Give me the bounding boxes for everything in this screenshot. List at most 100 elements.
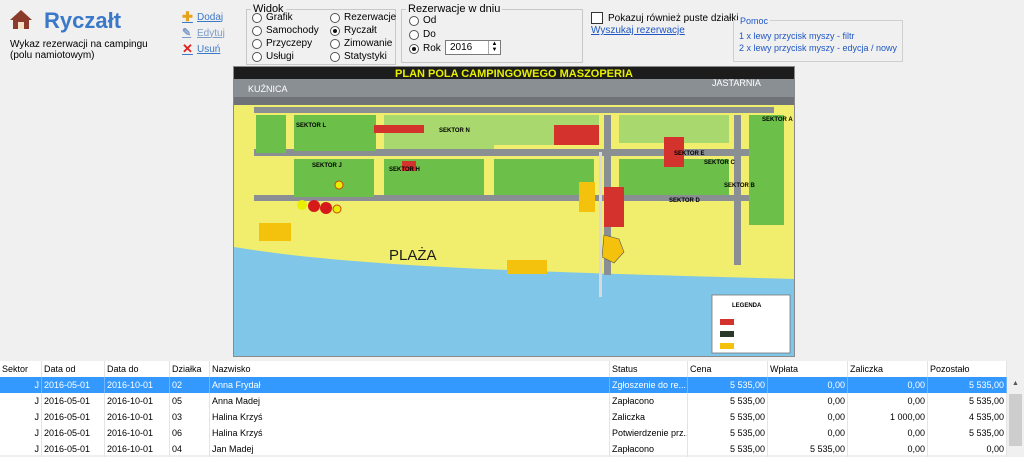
cell-dzialka: 06 — [170, 425, 210, 441]
sector-label-l: SEKTOR L — [296, 123, 327, 129]
table-scrollbar[interactable]: ▲ — [1007, 361, 1024, 455]
header-nazwisko[interactable]: Nazwisko — [210, 361, 610, 377]
cell-wplata: 0,00 — [768, 425, 848, 441]
year-value: 2016 — [450, 42, 473, 53]
cell-wplata: 0,00 — [768, 393, 848, 409]
view-radio-grafik[interactable]: Grafik — [252, 12, 293, 23]
help-box: Pomoc 1 x lewy przycisk myszy - filtr 2 … — [733, 16, 903, 62]
action-list: ✚ Dodaj ✎ Edytuj ✕ Usuń — [182, 9, 225, 57]
cell-do: 2016-10-01 — [105, 393, 170, 409]
cell-cena: 5 535,00 — [688, 377, 768, 393]
scroll-thumb[interactable] — [1009, 394, 1022, 446]
day-radio-rok[interactable]: Rok — [409, 43, 441, 54]
view-radio-ryczalt[interactable]: Ryczałt — [330, 25, 377, 36]
delete-icon: ✕ — [182, 41, 193, 56]
header-dzialka[interactable]: Działka — [170, 361, 210, 377]
view-radio-statystyki[interactable]: Statystyki — [330, 51, 387, 62]
search-reservations-link[interactable]: Wyszukaj rezerwacje — [591, 25, 685, 36]
cell-dzialka: 05 — [170, 393, 210, 409]
cell-od: 2016-05-01 — [42, 377, 105, 393]
header-wplata[interactable]: Wpłata — [768, 361, 848, 377]
show-empty-checkbox[interactable]: Pokazuj również puste działki — [591, 12, 739, 24]
help-line-2: 2 x lewy przycisk myszy - edycja / nowy — [739, 43, 898, 53]
cell-sektor: J — [0, 425, 42, 441]
cell-zaliczka: 0,00 — [848, 393, 928, 409]
table-header: Sektor Data od Data do Działka Nazwisko … — [0, 361, 1007, 377]
reservations-table: Sektor Data od Data do Działka Nazwisko … — [0, 361, 1024, 457]
pencil-icon: ✎ — [182, 27, 192, 39]
cell-sektor: J — [0, 377, 42, 393]
view-radio-uslugi[interactable]: Usługi — [252, 51, 294, 62]
header-status[interactable]: Status — [610, 361, 688, 377]
header-zaliczka[interactable]: Zaliczka — [848, 361, 928, 377]
campsite-map[interactable]: PLAN POLA CAMPINGOWEGO MASZOPERIA KUŹNIC… — [233, 66, 795, 357]
cell-zaliczka: 0,00 — [848, 425, 928, 441]
header-cena[interactable]: Cena — [688, 361, 768, 377]
header-pozostalo[interactable]: Pozostało — [928, 361, 1007, 377]
header-sektor[interactable]: Sektor — [0, 361, 42, 377]
cell-status: Zaliczka — [610, 409, 688, 425]
cell-cena: 5 535,00 — [688, 393, 768, 409]
day-radio-od[interactable]: Od — [409, 15, 436, 26]
cell-sektor: J — [0, 393, 42, 409]
cell-nazwisko: Halina Krzyś — [210, 425, 610, 441]
app-subtitle: Wykaz rezerwacji na campingu (polu namio… — [10, 39, 148, 61]
cell-nazwisko: Anna Madej — [210, 393, 610, 409]
cell-zaliczka: 0,00 — [848, 377, 928, 393]
cell-od: 2016-05-01 — [42, 425, 105, 441]
sector-label-c: SEKTOR C — [704, 160, 736, 166]
road-right-label: JASTARNIA — [712, 78, 761, 88]
cell-status: Potwierdzenie prz... — [610, 425, 688, 441]
table-row[interactable]: J 2016-05-01 2016-10-01 06 Halina Krzyś Potwi… — [0, 425, 1007, 441]
view-radio-zimowanie[interactable]: Zimowanie — [330, 38, 392, 49]
table-row[interactable]: J 2016-05-01 2016-10-01 05 Anna Madej Zapłaco… — [0, 393, 1007, 409]
cell-sektor: J — [0, 409, 42, 425]
spin-down-icon: ▼ — [491, 47, 498, 53]
cell-od: 2016-05-01 — [42, 393, 105, 409]
plus-icon: ✚ — [182, 9, 193, 24]
map-legend-title: LEGENDA — [732, 303, 762, 309]
cell-cena: 5 535,00 — [688, 409, 768, 425]
sector-label-n: SEKTOR N — [439, 128, 470, 134]
cell-nazwisko: Anna Frydał — [210, 377, 610, 393]
cell-pozostalo: 5 535,00 — [928, 377, 1007, 393]
cell-status: Zapłacono — [610, 393, 688, 409]
add-button[interactable]: ✚ Dodaj — [182, 9, 225, 25]
edit-button[interactable]: ✎ Edytuj — [182, 25, 225, 41]
cell-zaliczka: 1 000,00 — [848, 409, 928, 425]
table-row[interactable]: J 2016-05-01 2016-10-01 02 Anna Frydał Zgłosz… — [0, 377, 1007, 393]
view-radio-rezerwacje[interactable]: Rezerwacje — [330, 12, 396, 23]
scroll-up-icon[interactable]: ▲ — [1007, 377, 1024, 391]
cell-do: 2016-10-01 — [105, 377, 170, 393]
cell-pozostalo: 5 535,00 — [928, 393, 1007, 409]
cell-nazwisko: Halina Krzyś — [210, 409, 610, 425]
view-radio-samochody[interactable]: Samochody — [252, 25, 319, 36]
sector-label-e: SEKTOR E — [674, 151, 705, 157]
help-line-1: 1 x lewy przycisk myszy - filtr — [739, 31, 855, 41]
cell-do: 2016-10-01 — [105, 409, 170, 425]
view-radio-przyczepy[interactable]: Przyczepy — [252, 38, 312, 49]
sector-label-a: SEKTOR A — [762, 117, 793, 123]
cell-wplata: 0,00 — [768, 409, 848, 425]
cell-pozostalo: 4 535,00 — [928, 409, 1007, 425]
map-title: PLAN POLA CAMPINGOWEGO MASZOPERIA — [395, 68, 633, 80]
table-row[interactable]: J 2016-05-01 2016-10-01 03 Halina Krzyś Zalic… — [0, 409, 1007, 425]
toolbar: Ryczałt Wykaz rezerwacji na campingu (po… — [0, 0, 1024, 66]
house-icon — [10, 10, 32, 29]
cell-status: Zgłoszenie do re... — [610, 377, 688, 393]
day-radio-do[interactable]: Do — [409, 29, 436, 40]
sector-label-j: SEKTOR J — [312, 163, 342, 169]
delete-button[interactable]: ✕ Usuń — [182, 41, 225, 57]
year-stepper[interactable]: 2016 ▲ ▼ — [445, 40, 501, 55]
year-spin-arrows[interactable]: ▲ ▼ — [488, 41, 500, 54]
cell-cena: 5 535,00 — [688, 425, 768, 441]
help-title: Pomoc — [738, 16, 771, 26]
sector-label-h: SEKTOR H — [389, 167, 420, 173]
cell-do: 2016-10-01 — [105, 425, 170, 441]
cell-dzialka: 03 — [170, 409, 210, 425]
header-data-od[interactable]: Data od — [42, 361, 105, 377]
cell-dzialka: 02 — [170, 377, 210, 393]
cell-wplata: 0,00 — [768, 377, 848, 393]
header-data-do[interactable]: Data do — [105, 361, 170, 377]
cell-pozostalo: 5 535,00 — [928, 425, 1007, 441]
